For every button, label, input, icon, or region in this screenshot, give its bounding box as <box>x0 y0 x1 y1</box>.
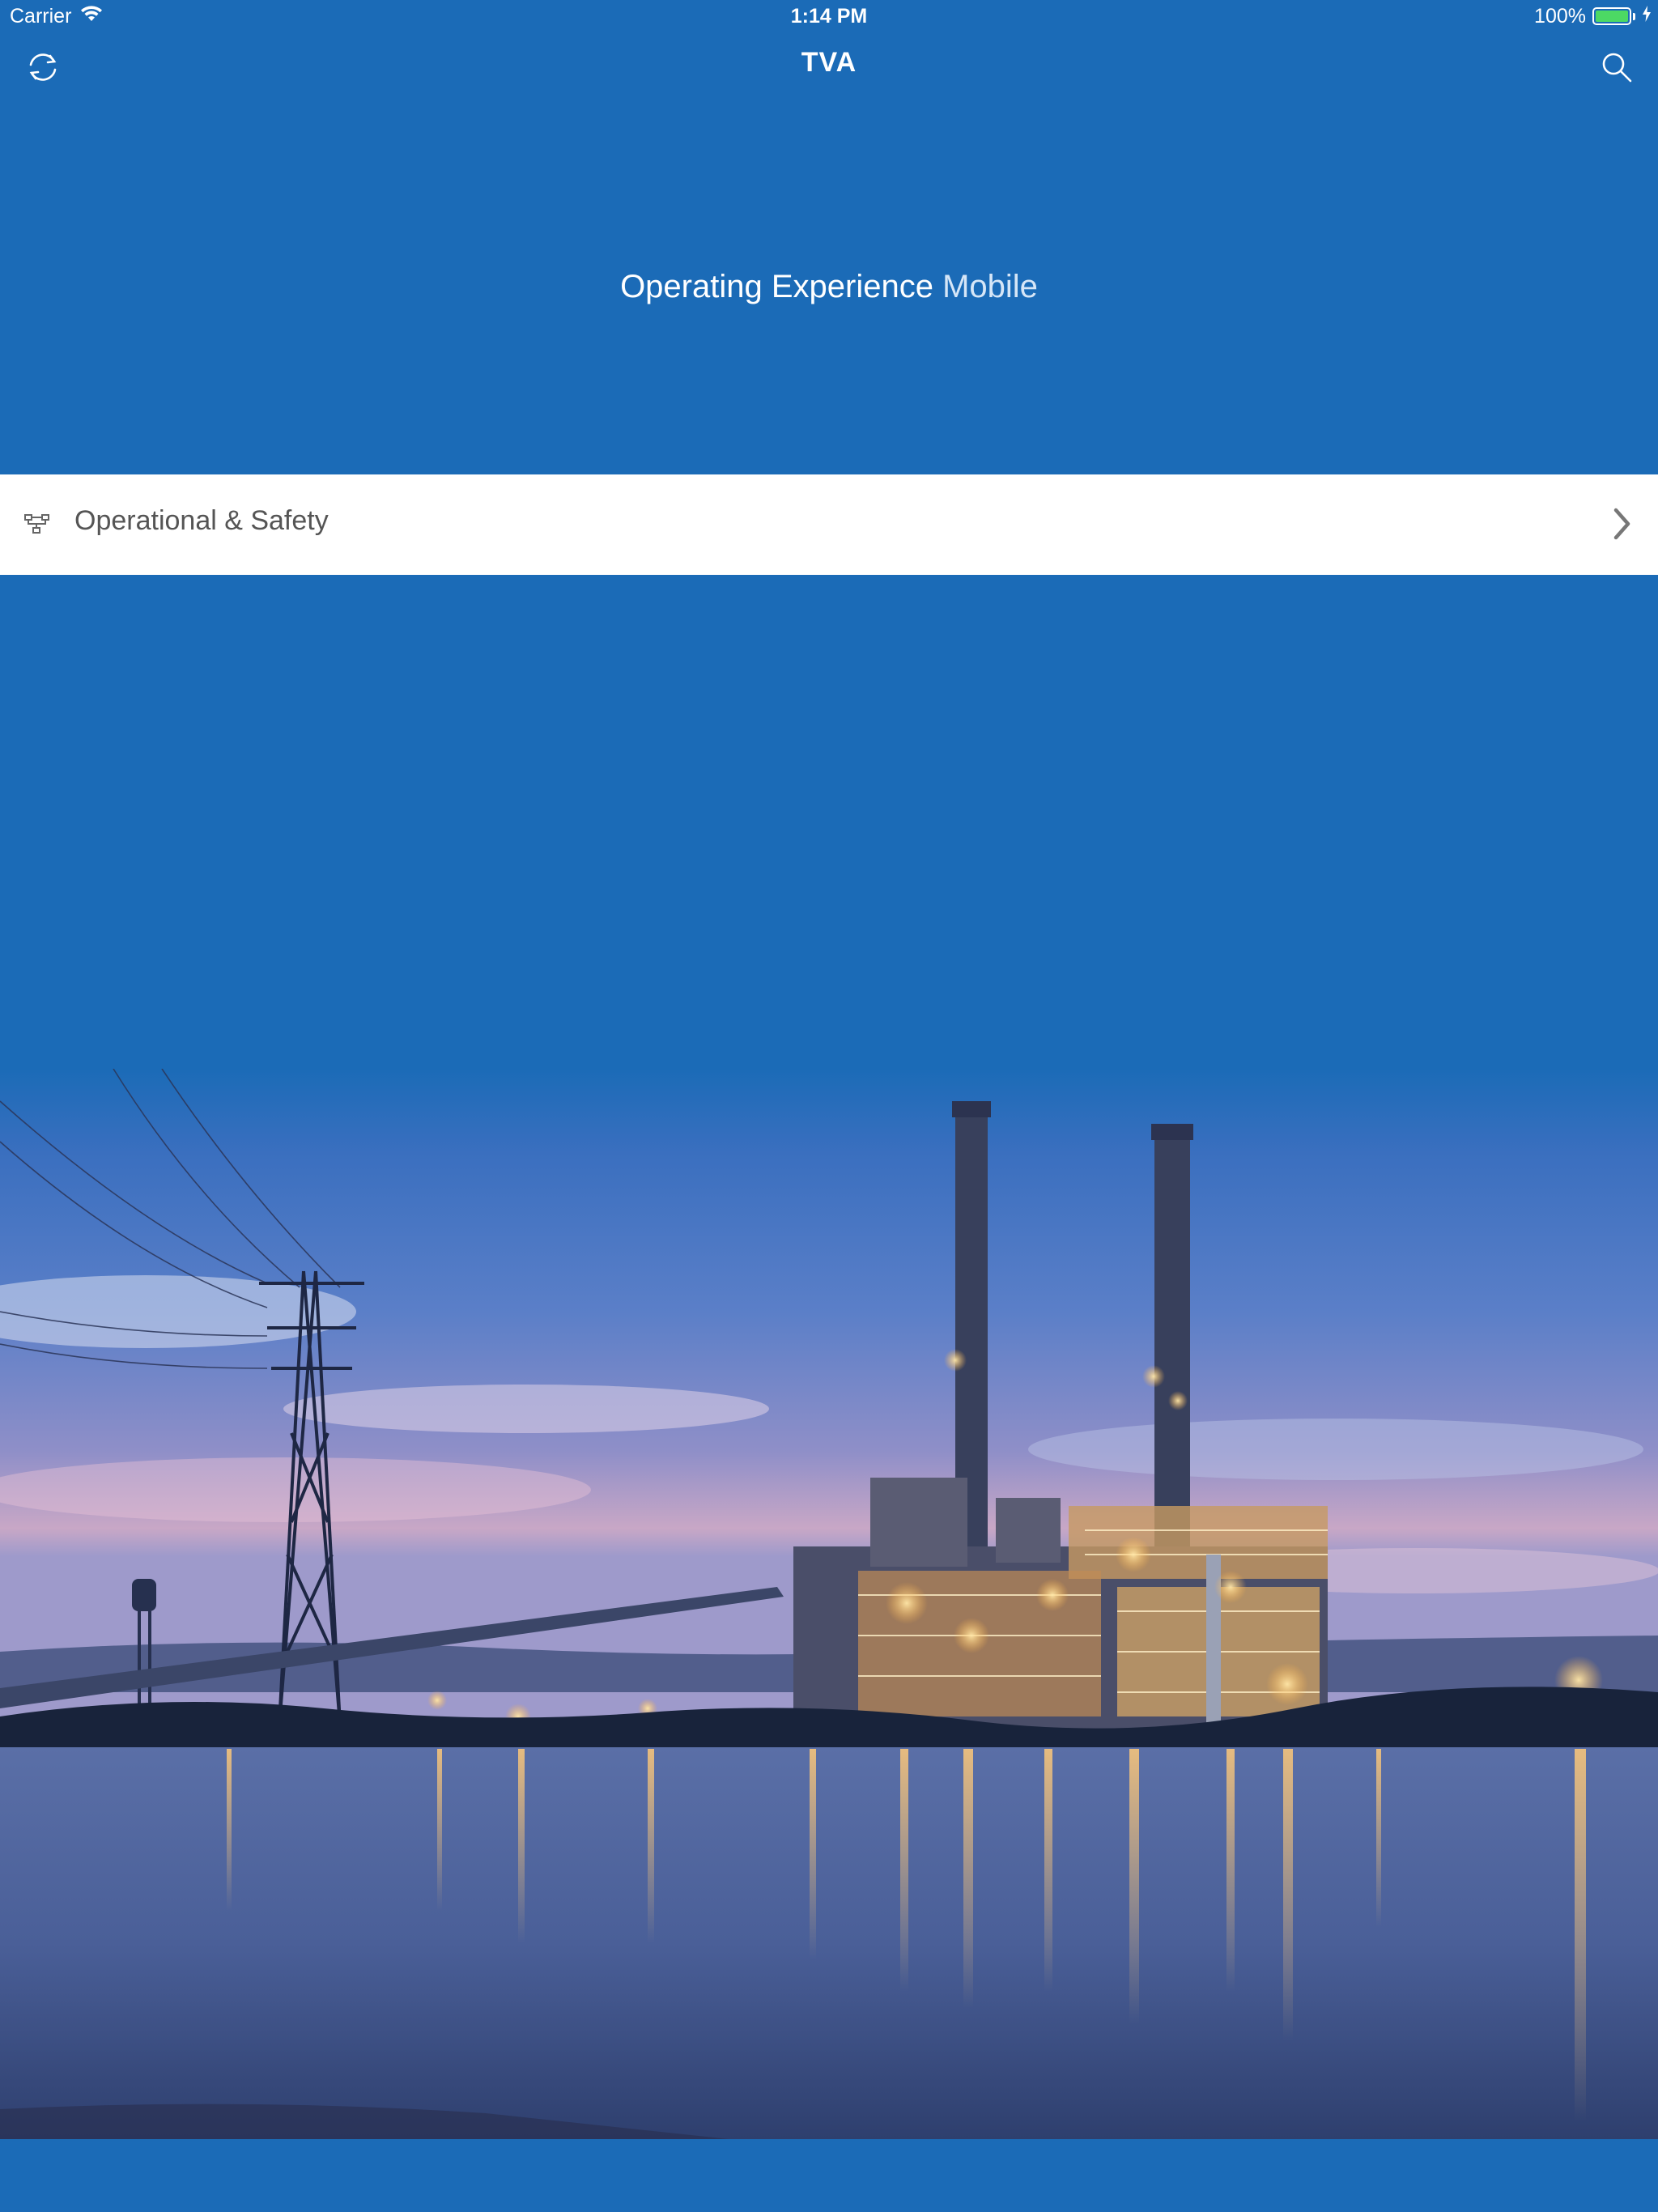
status-bar: Carrier 1:14 PM 100% <box>0 0 1658 32</box>
app-heading-strong: Operating Experience <box>620 269 933 304</box>
battery-percent: 100% <box>1534 5 1586 28</box>
menu-item-operational-safety[interactable]: Operational & Safety <box>0 474 1658 575</box>
chevron-right-icon <box>1609 505 1634 542</box>
navigation-bar: TVA <box>0 32 1658 105</box>
nav-title: TVA <box>801 47 857 78</box>
status-time: 1:14 PM <box>790 5 868 28</box>
menu-item-label: Operational & Safety <box>74 505 329 536</box>
app-heading: Operating Experience Mobile <box>0 269 1658 305</box>
battery-group: 100% <box>1534 0 1652 32</box>
battery-icon <box>1592 7 1631 25</box>
charging-bolt-icon <box>1642 0 1652 32</box>
battery-tip <box>1633 12 1635 20</box>
battery-fill <box>1596 11 1628 22</box>
network-icon <box>23 512 52 536</box>
app-heading-light: Mobile <box>942 269 1038 304</box>
search-button[interactable] <box>1596 49 1637 89</box>
hero-image-power-plant <box>0 1069 1658 2139</box>
search-icon <box>1600 50 1634 88</box>
